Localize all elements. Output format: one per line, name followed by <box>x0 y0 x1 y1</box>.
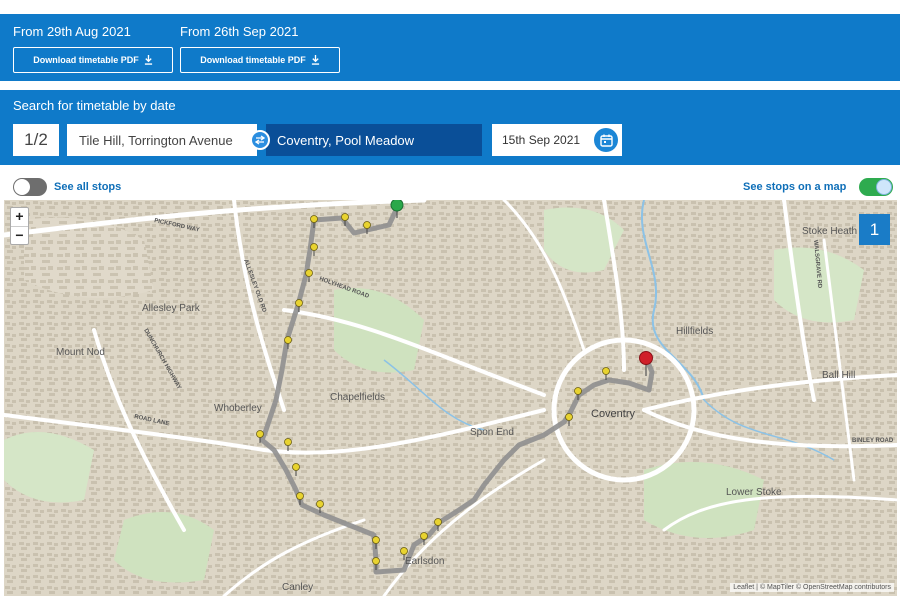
map-canvas: PICKFORD WAY HOLYHEAD ROAD ALLESLEY OLD … <box>4 200 897 596</box>
see-stops-on-map-toggle[interactable] <box>859 178 893 196</box>
download-button-label: Download timetable PDF <box>33 55 139 65</box>
calendar-icon <box>599 134 613 147</box>
date-value: 15th Sep 2021 <box>502 133 581 147</box>
place-label-lower-stoke: Lower Stoke <box>726 487 782 498</box>
place-label-earlsdon: Earlsdon <box>405 556 444 567</box>
route-map[interactable]: PICKFORD WAY HOLYHEAD ROAD ALLESLEY OLD … <box>4 200 897 596</box>
page-indicator[interactable]: 1/2 <box>13 124 59 156</box>
timetable-search-bar: Search for timetable by date 1/2 15th Se… <box>0 90 900 165</box>
search-title: Search for timetable by date <box>13 98 176 113</box>
swap-stops-button[interactable] <box>250 130 270 150</box>
place-label-allesley-park: Allesley Park <box>142 303 201 314</box>
map-attribution[interactable]: Leaflet | © MapTiler © OpenStreetMap con… <box>730 583 894 592</box>
period-label-1: From 29th Aug 2021 <box>13 24 131 39</box>
place-label-hillfields: Hillfields <box>676 326 713 337</box>
zoom-in-button[interactable]: + <box>11 208 28 227</box>
place-label-mount-nod: Mount Nod <box>56 347 105 358</box>
timetable-download-bar: From 29th Aug 2021 From 26th Sep 2021 Do… <box>0 14 900 81</box>
period-label-2: From 26th Sep 2021 <box>180 24 299 39</box>
place-label-ball-hill: Ball Hill <box>822 370 855 381</box>
to-stop-input[interactable] <box>266 124 482 156</box>
see-all-stops-label: See all stops <box>54 181 122 193</box>
from-stop-input[interactable] <box>67 124 257 156</box>
see-all-stops-toggle[interactable] <box>13 178 47 196</box>
toggle-knob <box>876 179 892 195</box>
download-pdf-button-2[interactable]: Download timetable PDF <box>180 47 340 73</box>
swap-icon <box>255 135 265 145</box>
toggle-knob <box>14 179 30 195</box>
download-icon <box>144 55 152 65</box>
place-label-chapelfields: Chapelfields <box>330 392 385 403</box>
see-stops-on-map-label: See stops on a map <box>743 181 847 193</box>
zoom-out-button[interactable]: − <box>11 227 28 245</box>
download-button-label: Download timetable PDF <box>200 55 306 65</box>
map-zoom-control: + − <box>10 207 29 245</box>
place-label-whoberley: Whoberley <box>214 403 262 414</box>
download-pdf-button-1[interactable]: Download timetable PDF <box>13 47 173 73</box>
download-icon <box>311 55 319 65</box>
place-label-spon-end: Spon End <box>470 427 514 438</box>
map-page-marker[interactable]: 1 <box>859 214 890 245</box>
road-label-binley-road: BINLEY ROAD <box>852 438 894 444</box>
place-label-coventry: Coventry <box>591 408 636 420</box>
place-label-stoke-heath: Stoke Heath <box>802 226 857 237</box>
place-label-canley: Canley <box>282 582 313 593</box>
calendar-button[interactable] <box>594 128 618 152</box>
